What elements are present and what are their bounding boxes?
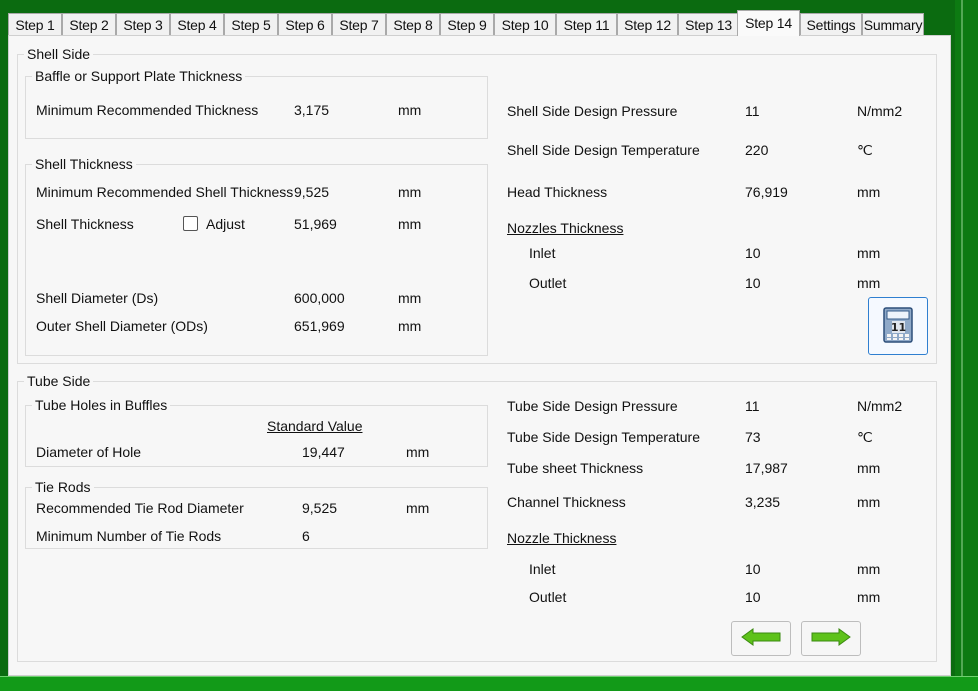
tube-outlet-unit: mm [857,589,881,605]
tube-inlet-label: Inlet [529,561,556,577]
recommended-tie-rod-diameter-unit: mm [406,500,430,516]
shell-design-temperature-unit: ℃ [857,142,873,158]
shell-inlet-value: 10 [745,245,761,261]
tube-design-pressure-value: 11 [745,398,760,414]
shell-design-pressure-unit: N/mm2 [857,103,903,119]
diameter-of-hole-value: 19,447 [302,444,345,460]
shell-design-temperature-value: 220 [745,142,769,158]
tab-step-2[interactable]: Step 2 [62,13,116,35]
nozzles-thickness-heading: Nozzles Thickness [507,220,624,236]
min-shell-thickness-unit: mm [398,184,422,200]
tube-design-pressure-unit: N/mm2 [857,398,903,414]
previous-step-button[interactable] [731,621,791,656]
shell-diameter-label: Shell Diameter (Ds) [36,290,159,306]
tab-step-7[interactable]: Step 7 [332,13,386,35]
shell-design-pressure-label: Shell Side Design Pressure [507,103,678,119]
adjust-checkbox[interactable] [183,216,198,231]
outer-shell-diameter-value: 651,969 [294,318,345,334]
tube-outlet-label: Outlet [529,589,567,605]
tube-design-pressure-label: Tube Side Design Pressure [507,398,678,414]
min-number-tie-rods-label: Minimum Number of Tie Rods [36,528,222,544]
baffle-thickness-title: Baffle or Support Plate Thickness [32,68,246,84]
shell-diameter-value: 600,000 [294,290,345,306]
shell-outlet-unit: mm [857,275,881,291]
shell-diameter-unit: mm [398,290,422,306]
shell-inlet-unit: mm [857,245,881,261]
next-step-button[interactable] [801,621,861,656]
tube-inlet-unit: mm [857,561,881,577]
tube-sheet-thickness-value: 17,987 [745,460,788,476]
tube-side-title: Tube Side [24,373,94,389]
channel-thickness-value: 3,235 [745,494,781,510]
tube-outlet-value: 10 [745,589,761,605]
head-thickness-value: 76,919 [745,184,788,200]
arrow-right-icon [811,628,851,649]
diameter-of-hole-label: Diameter of Hole [36,444,142,460]
shell-inlet-label: Inlet [529,245,556,261]
calculate-button[interactable]: 11 [868,297,928,355]
channel-thickness-label: Channel Thickness [507,494,626,510]
min-recommended-thickness-label: Minimum Recommended Thickness [36,102,259,118]
tube-sheet-thickness-unit: mm [857,460,881,476]
tube-design-temperature-unit: ℃ [857,429,873,445]
outer-shell-diameter-label: Outer Shell Diameter (ODs) [36,318,208,334]
shell-thickness-value: 51,969 [294,216,337,232]
shell-outlet-value: 10 [745,275,761,291]
tab-step-5[interactable]: Step 5 [224,13,278,35]
min-shell-thickness-value: 9,525 [294,184,330,200]
recommended-tie-rod-diameter-label: Recommended Tie Rod Diameter [36,500,244,516]
tab-step-14[interactable]: Step 14 [737,10,800,36]
tube-sheet-thickness-label: Tube sheet Thickness [507,460,644,476]
tube-design-temperature-label: Tube Side Design Temperature [507,429,700,445]
min-recommended-thickness-value: 3,175 [294,102,330,118]
min-shell-thickness-label: Minimum Recommended Shell Thickness [36,184,294,200]
min-number-tie-rods-value: 6 [302,528,310,544]
outer-shell-diameter-unit: mm [398,318,422,334]
shell-thickness-unit: mm [398,216,422,232]
shell-design-temperature-label: Shell Side Design Temperature [507,142,700,158]
tab-step-1[interactable]: Step 1 [8,13,62,35]
shell-thickness-label: Shell Thickness [36,216,134,232]
standard-value-heading: Standard Value [267,418,363,434]
tab-step-11[interactable]: Step 11 [556,13,617,35]
channel-thickness-unit: mm [857,494,881,510]
tab-step-4[interactable]: Step 4 [170,13,224,35]
tube-holes-title: Tube Holes in Buffles [32,397,171,413]
tab-step-13[interactable]: Step 13 [678,13,739,35]
min-recommended-thickness-unit: mm [398,102,422,118]
tab-step-3[interactable]: Step 3 [116,13,170,35]
tie-rods-title: Tie Rods [32,479,94,495]
nozzle-thickness-heading: Nozzle Thickness [507,530,617,546]
tab-step-12[interactable]: Step 12 [617,13,678,35]
diameter-of-hole-unit: mm [406,444,430,460]
svg-text:11: 11 [891,321,906,334]
tube-design-temperature-value: 73 [745,429,761,445]
adjust-label[interactable]: Adjust [206,216,245,232]
calculator-icon: 11 [883,306,913,346]
tab-step-6[interactable]: Step 6 [278,13,332,35]
tab-step-8[interactable]: Step 8 [386,13,440,35]
shell-side-title: Shell Side [24,46,94,62]
tab-summary[interactable]: Summary [862,13,924,35]
head-thickness-unit: mm [857,184,881,200]
head-thickness-label: Head Thickness [507,184,608,200]
tube-inlet-value: 10 [745,561,761,577]
shell-thickness-title: Shell Thickness [32,156,136,172]
window-frame-right [955,0,978,691]
status-strip [0,676,978,691]
shell-design-pressure-value: 11 [745,103,760,119]
arrow-left-icon [741,628,781,649]
recommended-tie-rod-diameter-value: 9,525 [302,500,338,516]
tab-settings[interactable]: Settings [800,13,862,35]
tab-step-10[interactable]: Step 10 [494,13,556,35]
shell-outlet-label: Outlet [529,275,567,291]
tab-step-9[interactable]: Step 9 [440,13,494,35]
